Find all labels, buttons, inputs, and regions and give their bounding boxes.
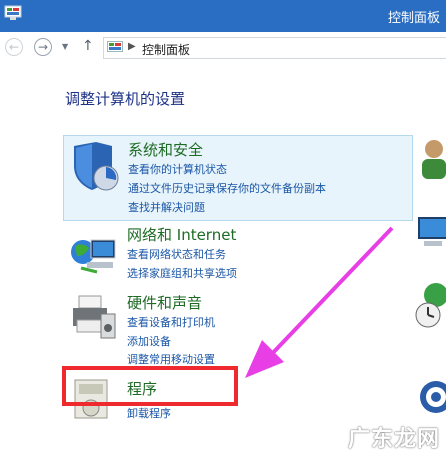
watermark: 广东龙网: [347, 427, 440, 452]
breadcrumb-separator-icon[interactable]: ▶: [128, 41, 136, 52]
address-bar[interactable]: ▶ 控制面板: [103, 37, 446, 59]
link-network-status[interactable]: 查看网络状态和任务: [127, 246, 226, 262]
link-devices-printers[interactable]: 查看设备和打印机: [127, 314, 215, 330]
back-icon[interactable]: ←: [5, 38, 23, 56]
link-view-computer-status[interactable]: 查看你的计算机状态: [128, 161, 227, 177]
display-icon: [418, 217, 446, 246]
right-column-icons: [415, 140, 446, 413]
dropdown-icon[interactable]: ▼: [62, 42, 68, 51]
category-title[interactable]: 硬件和声音: [127, 292, 202, 313]
window-title: 控制面板: [387, 11, 440, 26]
user-accounts-icon: [422, 140, 446, 179]
clock-globe-icon: [415, 283, 446, 328]
network-icon: [71, 239, 116, 274]
category-system-security[interactable]: 系统和安全 查看你的计算机状态 通过文件历史记录保存你的文件备份副本 查找并解决…: [63, 135, 413, 221]
control-panel-icon: [4, 5, 22, 20]
printer-icon: [73, 295, 116, 339]
link-troubleshoot[interactable]: 查找并解决问题: [128, 199, 205, 215]
link-file-history-backup[interactable]: 通过文件历史记录保存你的文件备份副本: [128, 180, 326, 196]
control-panel-icon: [107, 41, 123, 52]
link-homegroup-sharing[interactable]: 选择家庭组和共享选项: [127, 265, 237, 281]
category-title[interactable]: 系统和安全: [128, 139, 203, 160]
up-icon[interactable]: ↑: [82, 38, 94, 54]
breadcrumb[interactable]: 控制面板: [142, 41, 190, 58]
forward-icon[interactable]: →: [34, 38, 52, 56]
link-add-device[interactable]: 添加设备: [127, 333, 171, 349]
title-bar: 控制面板: [0, 0, 446, 32]
ease-of-access-icon: [420, 381, 446, 413]
link-uninstall-program[interactable]: 卸载程序: [127, 405, 171, 421]
page-title: 调整计算机的设置: [65, 90, 186, 108]
highlight-box: [62, 366, 238, 406]
link-mobility-settings[interactable]: 调整常用移动设置: [127, 351, 215, 367]
navigation-bar: ← → ▼ ↑ ▶ 控制面板: [0, 32, 446, 64]
category-network-internet[interactable]: 网络和 Internet 查看网络状态和任务 选择家庭组和共享选项: [63, 222, 413, 284]
category-title[interactable]: 网络和 Internet: [127, 224, 236, 245]
category-hardware-sound[interactable]: 硬件和声音 查看设备和打印机 添加设备 调整常用移动设置: [63, 290, 413, 366]
shield-icon: [74, 142, 119, 191]
